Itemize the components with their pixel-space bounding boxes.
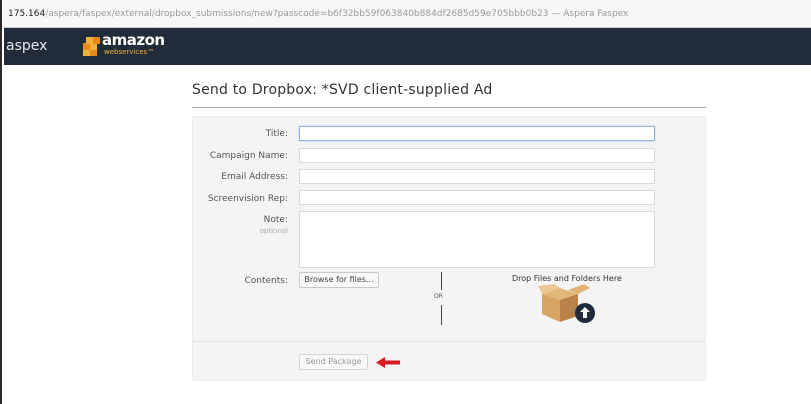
email-address-input[interactable] [299, 169, 655, 184]
note-textarea[interactable] [299, 211, 655, 268]
campaign-name-label: Campaign Name: [209, 151, 288, 161]
note-label: Note: [263, 215, 288, 225]
address-bar[interactable]: 175.164/aspera/faspex/external/dropbox_s… [4, 0, 811, 28]
or-divider-bottom [441, 305, 442, 325]
top-nav-bar: aspex amazon webservices™ [4, 28, 811, 65]
screenvision-rep-label: Screenvision Rep: [207, 194, 288, 204]
url-path: /aspera/faspex/external/dropbox_submissi… [45, 9, 549, 19]
brand-name[interactable]: aspex [6, 28, 47, 65]
title-label: Title: [265, 129, 288, 139]
title-input[interactable] [299, 126, 655, 141]
page-title: Send to Dropbox: *SVD client-supplied Ad [192, 82, 493, 98]
campaign-name-input[interactable] [299, 148, 655, 163]
form-footer-divider [193, 341, 705, 342]
browser-window: 175.164/aspera/faspex/external/dropbox_s… [0, 0, 811, 404]
contents-label: Contents: [244, 276, 288, 286]
aws-cubes-icon [83, 37, 100, 56]
red-arrow-left-icon [376, 357, 400, 368]
send-package-button[interactable]: Send Package [299, 354, 368, 370]
logo-subtitle: webservices™ [104, 48, 155, 56]
or-divider-top [441, 272, 442, 290]
drop-zone-label: Drop Files and Folders Here [512, 274, 622, 283]
title-divider [192, 107, 706, 108]
or-label: OR [434, 293, 443, 300]
screenvision-rep-input[interactable] [299, 190, 655, 205]
logo-word: amazon [102, 31, 165, 49]
aws-logo[interactable]: amazon webservices™ [82, 31, 165, 61]
url-host: 175.164 [8, 9, 46, 19]
email-address-label: Email Address: [221, 172, 288, 182]
browse-files-button[interactable]: Browse for files... [299, 272, 379, 288]
box-upload-icon[interactable] [538, 284, 600, 326]
note-optional-hint: optional [259, 227, 288, 235]
window-title-suffix: — Aspera Faspex [548, 9, 629, 19]
